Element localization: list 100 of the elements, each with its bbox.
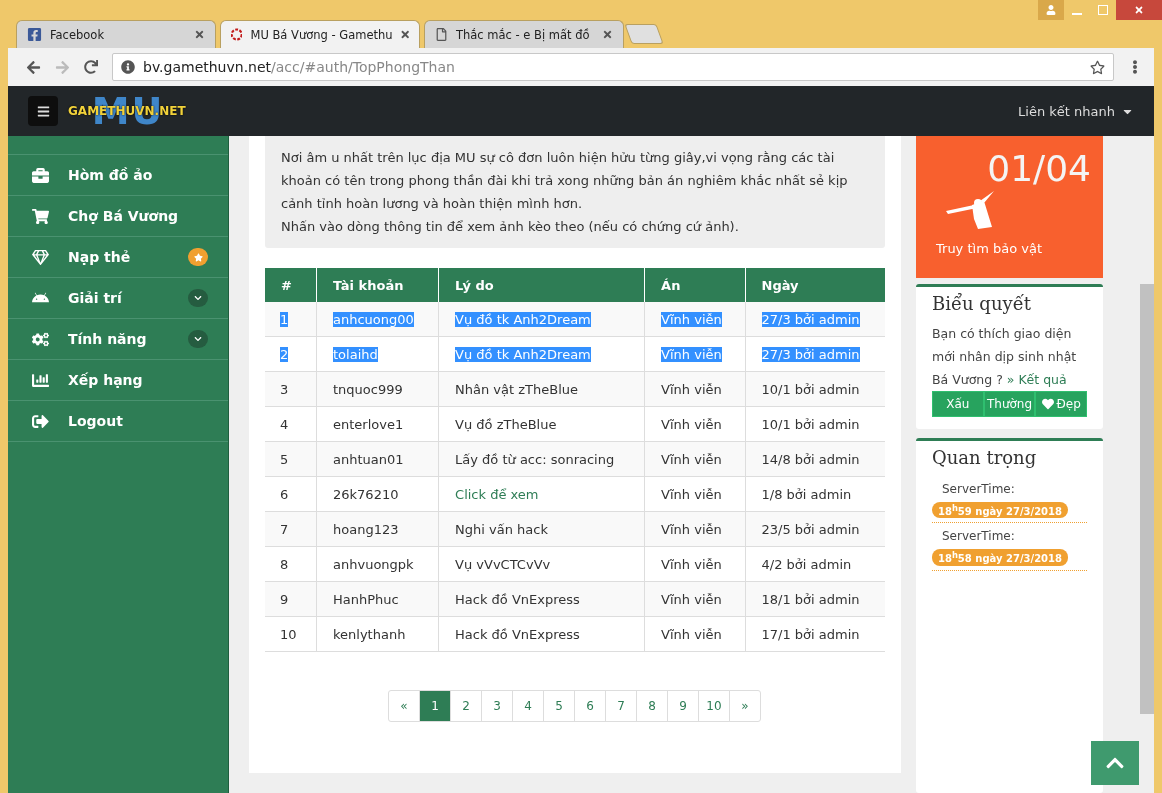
event-banner[interactable]: 01/04 Truy tìm bảo vật bbox=[916, 136, 1103, 278]
heart-icon bbox=[1041, 398, 1054, 410]
table-cell: 10/1 bởi admin bbox=[745, 406, 885, 442]
table-cell: 5 bbox=[265, 441, 317, 477]
table-cell: 10/1 bởi admin bbox=[745, 371, 885, 407]
table-cell: Vĩnh viễn bbox=[644, 302, 746, 337]
scroll-top-button[interactable] bbox=[1091, 741, 1139, 785]
table-cell: Vĩnh viễn bbox=[644, 546, 746, 582]
diamond-icon bbox=[30, 248, 50, 266]
table-cell: Vụ đồ zTheBlue bbox=[438, 406, 645, 442]
table-cell: hoang123 bbox=[316, 511, 439, 547]
table-cell: 9 bbox=[265, 581, 317, 617]
close-icon[interactable] bbox=[400, 29, 409, 40]
close-icon[interactable] bbox=[602, 29, 613, 40]
table-cell: anhtuan01 bbox=[316, 441, 439, 477]
table-cell: 14/8 bởi admin bbox=[745, 441, 885, 477]
page-button[interactable]: » bbox=[729, 690, 761, 722]
page-button[interactable]: 1 bbox=[419, 690, 451, 722]
table-cell: 27/3 bởi admin bbox=[745, 336, 885, 372]
table-cell: 2 bbox=[265, 336, 317, 372]
menu-icon bbox=[36, 104, 50, 118]
table-cell: tnquoc999 bbox=[316, 371, 439, 407]
table-cell: tolaihd bbox=[316, 336, 439, 372]
logout-icon bbox=[30, 412, 50, 430]
back-icon[interactable] bbox=[26, 59, 41, 75]
table-cell: anhcuong00 bbox=[316, 302, 439, 337]
table-cell: Vĩnh viễn bbox=[644, 441, 746, 477]
table-cell: 8 bbox=[265, 546, 317, 582]
intro-text: Nhấn vào dòng thông tin để xem ảnh kèo theo (nếu có chứng cứ ảnh). bbox=[281, 218, 740, 236]
server-time-label: ServerTime: bbox=[942, 529, 1015, 544]
page-button[interactable]: 6 bbox=[574, 690, 606, 722]
page-button[interactable]: 5 bbox=[543, 690, 575, 722]
minimize-icon bbox=[1072, 13, 1082, 15]
close-icon[interactable] bbox=[194, 29, 205, 40]
poll-question: Bạn có thích giao diện mới nhân dịp sinh nhật Bá Vương ? » Kết quả bbox=[932, 325, 1078, 389]
browser-tab[interactable]: Thắc mắc - e Bị mất đồ bbox=[424, 20, 624, 48]
browser-tab[interactable]: Facebook bbox=[16, 20, 216, 48]
chevron-icon bbox=[188, 330, 208, 348]
table-cell: 27/3 bởi admin bbox=[745, 302, 885, 337]
column-header: Ngày bbox=[745, 268, 885, 302]
table-cell: 10 bbox=[265, 616, 317, 652]
table-cell: HanhPhuc bbox=[316, 581, 439, 617]
sidebar-item[interactable]: Tính năng bbox=[8, 318, 228, 359]
close-icon bbox=[1134, 5, 1144, 15]
table-cell: 26k76210 bbox=[316, 476, 439, 512]
server-time-label: ServerTime: bbox=[942, 482, 1015, 496]
table-cell: Hack đồ VnExpress bbox=[438, 616, 645, 652]
results-link[interactable]: » Kết quả bbox=[1006, 372, 1067, 387]
intro-text: Nơi âm u nhất trên lục địa MU sự cô đơn luôn hiện hửu từng giây,vi vọng rằng các tài khoản có tên trong phong thần đài khi trả xong những bản án nghiêm khắc nhất sẻ kịp cảnh tỉnh hoàn lương và hoàn thiện mình hơn. bbox=[281, 149, 849, 213]
bookmark-star-icon[interactable] bbox=[1090, 59, 1105, 75]
page-button[interactable]: 2 bbox=[450, 690, 482, 722]
column-header: Tài khoản bbox=[316, 268, 439, 302]
maximize-icon bbox=[1098, 5, 1108, 15]
sidebar-item[interactable]: Chợ Bá Vương bbox=[8, 195, 228, 236]
cart-icon bbox=[30, 207, 50, 225]
sidebar-item[interactable]: Xếp hạng bbox=[8, 359, 228, 400]
page-button[interactable]: « bbox=[388, 690, 420, 722]
gears-icon bbox=[30, 330, 50, 348]
table-cell: 3 bbox=[265, 371, 317, 407]
bar-chart-icon bbox=[30, 371, 50, 389]
table-cell: 18/1 bởi admin bbox=[745, 581, 885, 617]
sidebar-item[interactable]: Nạp thẻ bbox=[8, 236, 228, 277]
page-button[interactable]: 7 bbox=[605, 690, 637, 722]
table-cell: 6 bbox=[265, 476, 317, 512]
table-cell: Nghi vấn hack bbox=[438, 511, 645, 547]
briefcase-icon bbox=[30, 166, 50, 184]
column-header: Án bbox=[644, 268, 746, 302]
table-cell: Vĩnh viễn bbox=[644, 336, 746, 372]
table-cell: Vĩnh viễn bbox=[644, 371, 746, 407]
table-cell: Lấy đồ từ acc: sonracing bbox=[438, 441, 645, 477]
table-cell: 4/2 bởi admin bbox=[745, 546, 885, 582]
column-header: Lý do bbox=[438, 268, 645, 302]
time-pill: 18$^{h}$58 ngày 27/3/2018 bbox=[932, 549, 1068, 566]
quick-links-menu[interactable]: Liên kết nhanh bbox=[1018, 103, 1134, 119]
table-cell: Nhân vật zTheBlue bbox=[438, 371, 645, 407]
page-button[interactable]: 4 bbox=[512, 690, 544, 722]
browser-tab[interactable]: MU Bá Vương - Gamethu bbox=[220, 20, 420, 48]
close-button[interactable] bbox=[1116, 0, 1162, 20]
sidebar-item[interactable]: Hòm đồ ảo bbox=[8, 154, 228, 195]
table-cell: kenlythanh bbox=[316, 616, 439, 652]
vote-button[interactable]: Đẹp bbox=[1035, 391, 1087, 417]
vote-button[interactable]: Thường bbox=[983, 391, 1036, 417]
table-cell: 4 bbox=[265, 406, 317, 442]
page-button[interactable]: 8 bbox=[636, 690, 668, 722]
table-link[interactable]: Click để xem bbox=[438, 476, 645, 512]
table-cell: Hack đồ VnExpress bbox=[438, 581, 645, 617]
page-button[interactable]: 10 bbox=[698, 690, 730, 722]
reload-icon[interactable] bbox=[84, 60, 98, 74]
page-button[interactable]: 9 bbox=[667, 690, 699, 722]
vote-button[interactable]: Xấu bbox=[932, 391, 984, 417]
page-button[interactable]: 3 bbox=[481, 690, 513, 722]
table-cell: Vĩnh viễn bbox=[644, 581, 746, 617]
sidebar-item[interactable]: Logout bbox=[8, 400, 228, 442]
table-cell: Vụ đồ tk Anh2Dream bbox=[438, 302, 645, 337]
address-field[interactable]: bv.gamethuvn.net/acc/#auth/TopPhongThan bbox=[112, 53, 1114, 81]
table-cell: Vụ vVvCTCvVv bbox=[438, 546, 645, 582]
info-icon[interactable] bbox=[121, 60, 135, 74]
menu-button[interactable] bbox=[28, 96, 58, 126]
sidebar-item[interactable]: Giải trí bbox=[8, 277, 228, 318]
table-cell: enterlove1 bbox=[316, 406, 439, 442]
